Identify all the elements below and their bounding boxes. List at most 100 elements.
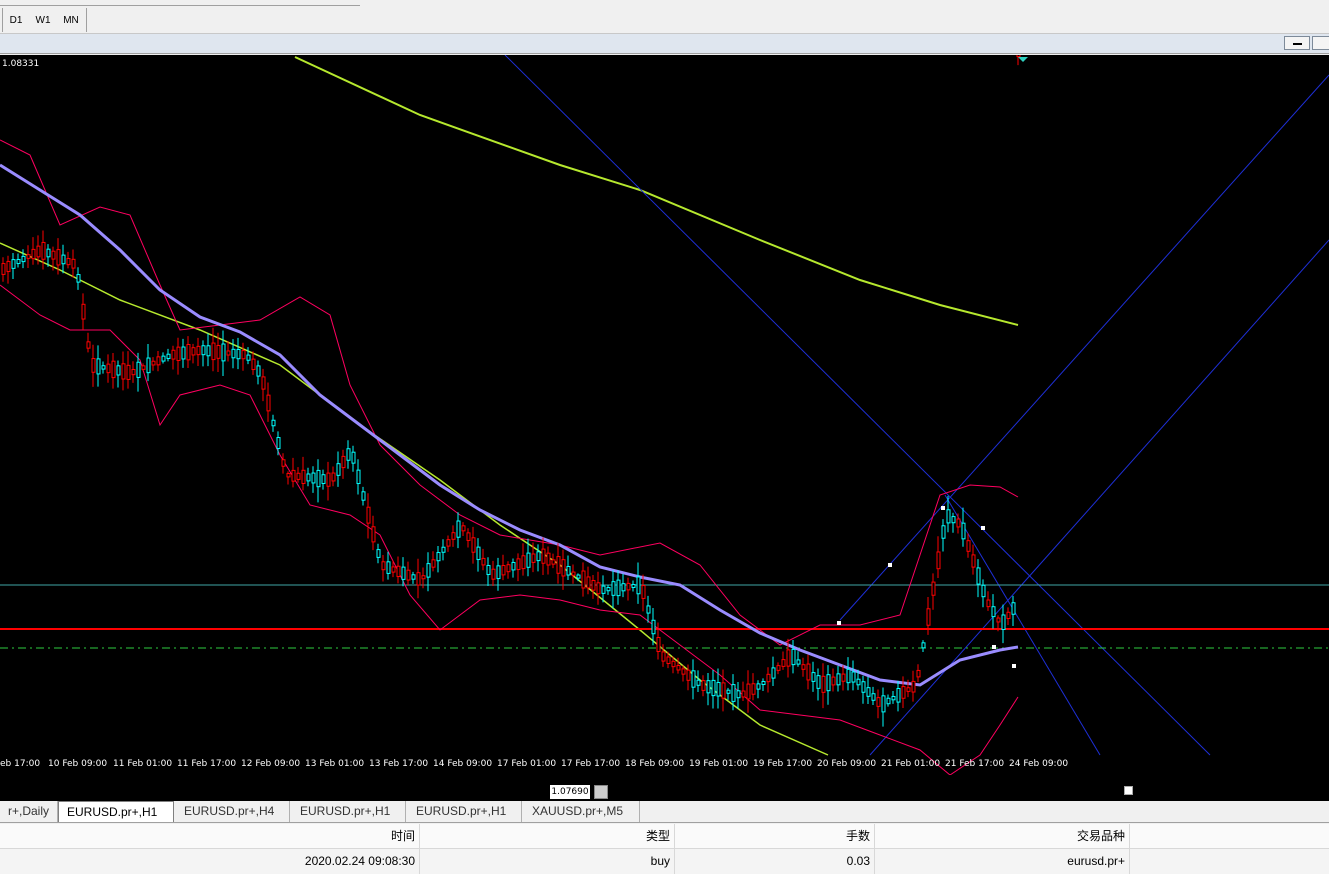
swing-markers — [837, 506, 1016, 668]
candle-body — [746, 683, 751, 700]
candle-body — [576, 574, 581, 579]
toolbar-separator — [2, 8, 3, 32]
candle-body — [171, 349, 176, 360]
timeframe-d1-button[interactable]: D1 — [6, 12, 26, 30]
candle-body — [536, 551, 541, 562]
swing-marker — [981, 526, 985, 530]
price-chart[interactable]: 1.08331 eb 17:00 10 Feb 09:00 11 Feb 01:00… — [0, 49, 1329, 776]
candle-body — [221, 343, 226, 362]
minimize-button[interactable] — [1284, 36, 1310, 50]
swing-marker — [888, 563, 892, 567]
candle-body — [951, 516, 956, 524]
cell-lots: 0.03 — [675, 849, 875, 874]
header-type[interactable]: 类型 — [420, 824, 675, 849]
table-row[interactable]: 2020.02.24 09:08:30 buy 0.03 eurusd.pr+ — [0, 849, 1329, 874]
ma-long-line — [294, 56, 1019, 326]
tab-eurusd-h1-active[interactable]: EURUSD.pr+,H1 — [58, 801, 174, 822]
candle-body — [1006, 611, 1011, 619]
ma-slow-line — [0, 163, 1019, 687]
tab-eurusd-h1-2[interactable]: EURUSD.pr+,H1 — [408, 801, 522, 822]
candle-body — [61, 254, 66, 265]
candle-body — [841, 673, 846, 682]
candle-body — [376, 549, 381, 558]
candle-body — [401, 566, 406, 580]
candle-body — [566, 565, 571, 576]
x-axis-label: 18 Feb 09:00 — [625, 759, 685, 769]
swing-marker — [941, 506, 945, 510]
candle-body — [686, 669, 691, 681]
candle-body — [36, 245, 41, 258]
restore-button[interactable] — [1312, 36, 1329, 50]
candle-body — [106, 363, 111, 374]
candle-body — [936, 551, 941, 570]
candle-body — [356, 469, 361, 485]
timeframe-w1-button[interactable]: W1 — [32, 12, 54, 30]
scroll-thumb[interactable] — [594, 785, 608, 799]
channel-line — [839, 74, 1329, 621]
candle-body — [906, 687, 911, 692]
candle-body — [196, 345, 201, 356]
candle-body — [231, 348, 236, 359]
header-lots[interactable]: 手数 — [675, 824, 875, 849]
candle-body — [721, 682, 726, 699]
candle-body — [616, 579, 621, 597]
cell-time: 2020.02.24 09:08:30 — [0, 849, 420, 874]
tab-xauusd-m5[interactable]: XAUUSD.pr+,M5 — [524, 801, 640, 822]
candle-body — [266, 394, 271, 412]
candle-body — [391, 566, 396, 573]
candle-body — [586, 576, 591, 589]
tab-eurusd-h4[interactable]: EURUSD.pr+,H4 — [176, 801, 290, 822]
candle-body — [761, 680, 766, 686]
candle-body — [321, 474, 326, 484]
candle-body — [1001, 614, 1006, 631]
candle-body — [891, 695, 896, 701]
candle-body — [371, 526, 376, 543]
candle-body — [966, 540, 971, 552]
candle-body — [571, 571, 576, 576]
candle-body — [591, 580, 596, 591]
x-axis-label: 17 Feb 01:00 — [497, 759, 557, 769]
chart-canvas — [0, 49, 1329, 776]
tab-eurusd-h1[interactable]: EURUSD.pr+,H1 — [292, 801, 406, 822]
candle-body — [911, 680, 916, 693]
candle-body — [671, 660, 676, 668]
candle-body — [791, 648, 796, 666]
cell-type: buy — [420, 849, 675, 874]
candle-body — [311, 472, 316, 484]
x-axis-label: 21 Feb 17:00 — [945, 759, 1005, 769]
tab-daily[interactable]: r+,Daily — [0, 801, 58, 822]
header-symbol[interactable]: 交易品种 — [875, 824, 1130, 849]
candle-body — [956, 518, 961, 528]
candle-body — [716, 681, 721, 697]
swing-marker — [837, 621, 841, 625]
candle-body — [396, 565, 401, 578]
candle-body — [66, 258, 71, 266]
candle-body — [71, 258, 76, 269]
candle-body — [86, 341, 91, 349]
candle-body — [366, 506, 371, 524]
candle-body — [26, 254, 31, 259]
candle-body — [276, 437, 281, 449]
timeframe-mn-button[interactable]: MN — [59, 12, 83, 30]
candle-body — [81, 303, 86, 320]
candle-body — [201, 345, 206, 356]
candle-body — [496, 565, 501, 580]
candle-body — [771, 667, 776, 679]
order-marker-icon — [1124, 786, 1133, 795]
candle-body — [486, 564, 491, 576]
candle-body — [751, 683, 756, 695]
candle-body — [291, 469, 296, 482]
candle-body — [661, 651, 666, 662]
toolbar-separator — [86, 8, 87, 32]
candle-body — [606, 587, 611, 592]
candle-body — [986, 599, 991, 608]
header-time[interactable]: 时间 — [0, 824, 420, 849]
candle-body — [131, 369, 136, 376]
swing-marker — [1012, 664, 1016, 668]
candle-body — [156, 356, 161, 366]
candle-body — [996, 617, 1001, 623]
candle-body — [856, 678, 861, 686]
candle-body — [11, 259, 16, 269]
candle-body — [251, 358, 256, 371]
x-axis-label: eb 17:00 — [0, 759, 41, 769]
